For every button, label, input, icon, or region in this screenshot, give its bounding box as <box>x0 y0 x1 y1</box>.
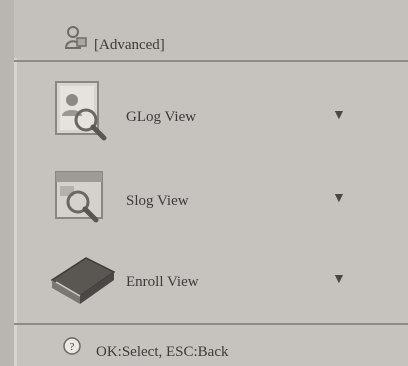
menu-item-enroll-view[interactable]: Enroll View ▼ <box>14 244 408 330</box>
menu-item-label: Enroll View <box>126 274 199 290</box>
key-hint: OK:Select, ESC:Back <box>96 344 229 360</box>
glog-magnifier-icon <box>55 81 107 141</box>
menu-item-label: GLog View <box>126 109 197 125</box>
footer-divider <box>14 323 408 325</box>
help-icon: ? <box>63 337 81 355</box>
menu-item-label: Slog View <box>126 193 189 209</box>
advanced-menu-screen: [Advanced] GLog View ▼ Slog View ▼ Enrol… <box>14 0 408 366</box>
header-divider <box>14 60 408 62</box>
menu-header: [Advanced] <box>14 0 408 58</box>
footer-bar: ? OK:Select, ESC:Back <box>14 326 408 366</box>
dropdown-arrow-icon: ▼ <box>332 191 346 206</box>
dropdown-arrow-icon: ▼ <box>332 272 346 287</box>
user-lock-icon <box>64 26 87 49</box>
svg-text:?: ? <box>70 341 75 353</box>
book-icon <box>50 257 116 304</box>
dropdown-arrow-icon: ▼ <box>332 108 346 123</box>
menu-title: [Advanced] <box>94 37 165 53</box>
menu-item-slog-view[interactable]: Slog View ▼ <box>14 160 408 246</box>
menu-item-glog-view[interactable]: GLog View ▼ <box>14 74 408 160</box>
slog-magnifier-icon <box>55 171 103 223</box>
